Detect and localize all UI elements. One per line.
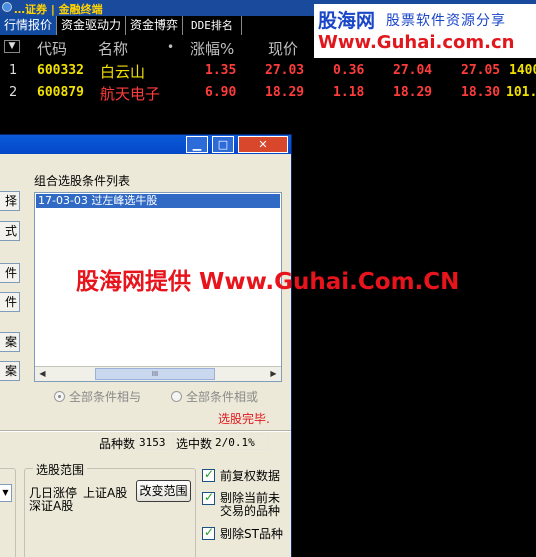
header-code[interactable]: 代码 [37, 38, 67, 59]
watermark-brand: 股海网 [318, 10, 376, 32]
change-range-button[interactable]: 改变范围 [136, 480, 191, 502]
condition-list-title: 组合选股条件列表 [34, 174, 131, 188]
count-label: 品种数 [99, 437, 136, 451]
delete-condition-button[interactable]: 件 [0, 292, 20, 312]
tab-fund-game[interactable]: 资金博弈 [126, 16, 184, 35]
checkbox-exclude-st-label: 剔除ST品种 [220, 527, 283, 541]
tab-bar: 行情报价 资金驱动力 资金博弈 DDE排名 [0, 16, 320, 35]
radio-icon [171, 391, 182, 402]
save-plan-button[interactable]: 案 [0, 361, 20, 381]
checkbox-exclude-untraded-label-2: 交易的品种 [220, 504, 281, 518]
checkbox-forward-adjust[interactable] [202, 467, 215, 482]
status-text: 选股完毕. [218, 412, 270, 426]
count-value: 3153 [136, 434, 174, 450]
stock-change: 6.90 [205, 85, 237, 100]
row-index: 2 [9, 85, 18, 100]
stock-code: 600879 [37, 85, 84, 100]
radio-icon [54, 391, 65, 402]
watermark-tagline: 股票软件资源分享 [386, 13, 506, 29]
header-price[interactable]: 现价 [268, 38, 298, 59]
chevron-down-icon: ▼ [2, 488, 9, 497]
checkbox-forward-adjust-label: 前复权数据 [220, 469, 281, 483]
stock-col9: 1400 [509, 63, 536, 78]
radio-all-or-label: 全部条件相或 [186, 390, 259, 404]
divider [0, 430, 291, 432]
sort-dropdown-icon[interactable]: ▼ [4, 40, 20, 53]
stock-range-title: 选股范围 [33, 461, 88, 478]
app-logo-icon [2, 2, 12, 12]
range-item-shenzhen-a: 深证A股 [29, 499, 74, 513]
scroll-left-icon[interactable]: ◀ [36, 368, 49, 380]
app-title: …证券 | 金融终端 [14, 3, 103, 16]
stock-name: 白云山 [100, 63, 146, 81]
scroll-right-icon[interactable]: ▶ [267, 368, 280, 380]
tab-fund-drive[interactable]: 资金驱动力 [57, 16, 127, 35]
radio-all-and-label: 全部条件相与 [69, 390, 142, 404]
formula-button[interactable]: 式 [0, 221, 20, 241]
maximize-icon[interactable]: □ [212, 136, 234, 153]
combo-dropdown[interactable]: ▼ [0, 484, 12, 502]
row-index: 1 [9, 63, 18, 78]
center-watermark: 股海网提供 Www.Guhai.Com.CN [76, 269, 460, 295]
header-dot: • [167, 40, 175, 54]
close-icon[interactable]: ✕ [238, 136, 288, 153]
stock-col7: 27.04 [393, 63, 433, 78]
tab-quotes[interactable]: 行情报价 [0, 16, 58, 35]
load-plan-button[interactable]: 案 [0, 332, 20, 352]
stock-col8: 27.05 [461, 63, 501, 78]
tab-dde-ranking[interactable]: DDE排名 [183, 16, 242, 35]
stock-col6: 1.18 [333, 85, 365, 100]
stock-col6: 0.36 [333, 63, 365, 78]
header-change-pct[interactable]: 涨幅% [190, 38, 234, 59]
left-group-partial [0, 468, 16, 557]
selected-value: 2/0.1% [212, 434, 268, 450]
stock-price: 27.03 [265, 63, 305, 78]
stock-col8: 18.30 [461, 85, 501, 100]
horizontal-scrollbar[interactable]: ◀ III ▶ [35, 366, 281, 381]
stock-price: 18.29 [265, 85, 305, 100]
add-condition-button[interactable]: 件 [0, 263, 20, 283]
scroll-thumb[interactable]: III [95, 368, 215, 380]
range-item-shanghai-a: 上证A股 [83, 486, 128, 500]
select-button[interactable]: 择 [0, 191, 20, 211]
stock-col7: 18.29 [393, 85, 433, 100]
table-row[interactable]: 1 600332 白云山 1.35 27.03 0.36 27.04 27.05… [0, 60, 536, 82]
checkbox-exclude-untraded[interactable] [202, 490, 215, 505]
stock-change: 1.35 [205, 63, 237, 78]
quote-table-header: ▼ 代码 名称 • 涨幅% 现价 [0, 36, 536, 58]
header-name[interactable]: 名称 [98, 38, 128, 59]
stock-col9: 101.0 [506, 85, 536, 100]
selected-label: 选中数 [176, 437, 213, 451]
dialog-titlebar[interactable]: ▁ □ ✕ [0, 135, 291, 155]
stock-code: 600332 [37, 63, 84, 78]
radio-all-or[interactable]: 全部条件相或 [171, 388, 258, 405]
checkbox-exclude-st[interactable] [202, 525, 215, 540]
list-item[interactable]: 17-03-03 过左峰选牛股 [36, 194, 280, 208]
radio-all-and[interactable]: 全部条件相与 [54, 388, 141, 405]
minimize-icon[interactable]: ▁ [186, 136, 208, 153]
stock-name: 航天电子 [100, 85, 161, 103]
table-row[interactable]: 2 600879 航天电子 6.90 18.29 1.18 18.29 18.3… [0, 82, 536, 104]
